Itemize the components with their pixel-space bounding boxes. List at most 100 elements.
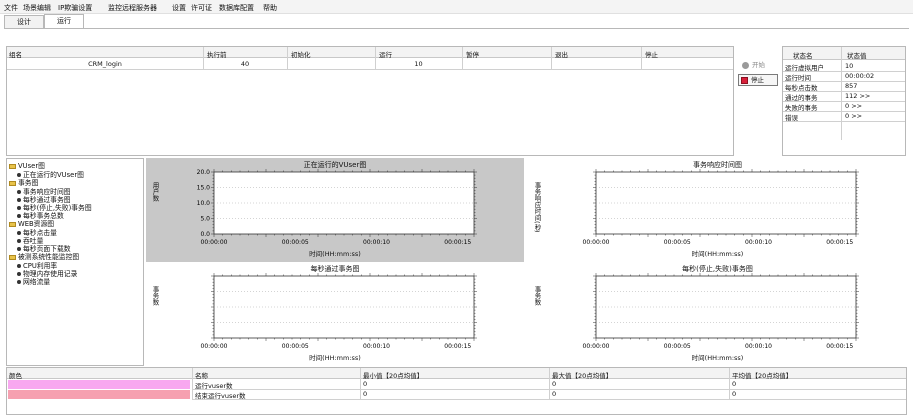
chart-plot: 00:00:00 00:00:05 00:00:10 00:00:15 <box>583 169 859 246</box>
x-tick-label: 00:00:05 <box>282 239 309 246</box>
legend-avg: 0 <box>732 390 737 398</box>
x-tick-label: 00:00:10 <box>745 343 772 350</box>
chart-passed-transactions[interactable]: 每秒通过事务图 时间(HH:mm:ss) 事务数 00:00:00 00:00:05 00… <box>146 262 524 366</box>
divider <box>841 47 842 140</box>
tree-item-label: 正在运行的VUser图 <box>23 171 84 179</box>
status-value: 10 <box>845 62 854 70</box>
menu-scene-edit[interactable]: 场景编辑 <box>23 3 51 13</box>
chart-transaction-response[interactable]: 事务响应时间图 时间(HH:mm:ss) 事务响应时间(秒) 00:00:00 00:0… <box>528 158 907 262</box>
legend-min: 0 <box>363 390 368 398</box>
col-exited: 退出 <box>555 51 568 59</box>
bullet-icon <box>17 280 21 284</box>
table-cell[interactable]: CRM_login <box>7 60 203 68</box>
tree-item[interactable]: 每秒(停止,失败)事务图 <box>17 204 92 212</box>
x-tick-label: 00:00:10 <box>363 239 390 246</box>
divider <box>729 368 730 400</box>
graph-tree: VUser图 正在运行的VUser图 事务图 事务响应时间图 每秒通过事务图 每秒(停止,… <box>6 158 144 366</box>
status-value[interactable]: 0 >> <box>845 102 862 110</box>
legend-col-header: 名称 <box>195 372 208 380</box>
x-tick-label: 00:00:00 <box>201 343 228 350</box>
bullet-icon <box>17 264 21 268</box>
legend-max: 0 <box>552 380 557 388</box>
x-tick-label: 00:00:05 <box>282 343 309 350</box>
tree-item[interactable]: 网络流量 <box>17 278 50 286</box>
divider <box>360 368 361 400</box>
menu-license[interactable]: 许可证 <box>191 3 212 13</box>
tree-item[interactable]: 每秒通过事务图 <box>17 196 71 204</box>
tree-item[interactable]: 每秒事务总数 <box>17 212 64 220</box>
bullet-icon <box>17 173 21 177</box>
tree-item[interactable]: 事务响应时间图 <box>17 188 71 196</box>
tree-item-label: 每秒(停止,失败)事务图 <box>23 204 92 212</box>
table-cell: 10 <box>414 60 423 68</box>
divider <box>641 47 642 70</box>
group-table-header <box>7 47 733 58</box>
tree-item[interactable]: 吞吐量 <box>17 237 43 245</box>
tree-item[interactable]: 物理内存使用记录 <box>17 270 77 278</box>
folder-icon <box>9 163 16 169</box>
bullet-icon <box>17 272 21 276</box>
divider <box>192 399 906 400</box>
stop-label: 停止 <box>751 76 764 84</box>
tree-item[interactable]: 每秒页面下载数 <box>17 245 71 253</box>
menu-settings[interactable]: 设置 <box>172 3 186 13</box>
chart-plot: 20.0 15.0 10.0 5.0 0.000:00:00 00:00:05 00:00:… <box>197 169 477 246</box>
chart-running-vusers[interactable]: 正在运行的VUser图 时间(HH:mm:ss) 用户数 20.0 15.0 10.0 5.… <box>146 158 524 262</box>
tab-design[interactable]: 设计 <box>4 15 44 28</box>
menu-db-config[interactable]: 数据库配置 <box>219 3 254 13</box>
tree-item[interactable]: 每秒点击量 <box>17 229 57 237</box>
x-tick-label: 00:00:00 <box>583 239 610 246</box>
tree-group[interactable]: 事务图 <box>9 179 38 187</box>
status-value[interactable]: 0 >> <box>845 112 862 120</box>
tree-item-label: 每秒点击量 <box>23 229 57 237</box>
tab-run[interactable]: 运行 <box>44 14 84 29</box>
tree-item-label: CPU利用率 <box>23 262 58 270</box>
x-tick-label: 00:00:05 <box>664 343 691 350</box>
legend-table: 颜色 名称 最小值【20点均值】 最大值【20点均值】 平均值【20点均值】 运行vuse… <box>6 367 907 415</box>
stop-icon <box>741 77 748 84</box>
status-name: 通过的事务 <box>785 94 818 102</box>
tree-item[interactable]: CPU利用率 <box>17 262 57 270</box>
status-table: 状态名 状态值 运行虚拟用户 10 运行时间 00:00:02 每秒点击数 857 通过的事… <box>782 46 906 156</box>
x-tick-label: 00:00:15 <box>444 343 471 350</box>
y-tick-label: 20.0 <box>197 169 211 176</box>
tree-item-label: 物理内存使用记录 <box>23 270 78 278</box>
legend-col-header: 平均值【20点均值】 <box>732 372 793 380</box>
stop-button[interactable]: 停止 <box>738 74 778 86</box>
tree-item-label: 每秒通过事务图 <box>23 196 71 204</box>
y-tick-label: 5.0 <box>200 216 210 223</box>
folder-icon <box>9 221 16 227</box>
tree-item-label: 每秒页面下载数 <box>23 245 71 253</box>
divider <box>192 368 193 400</box>
status-name: 运行虚拟用户 <box>785 64 824 72</box>
status-value: 00:00:02 <box>845 72 875 80</box>
legend-col-header: 颜色 <box>9 372 22 380</box>
bullet-icon <box>17 231 21 235</box>
menu-file[interactable]: 文件 <box>4 3 18 13</box>
legend-avg: 0 <box>732 380 737 388</box>
col-init: 初始化 <box>291 51 311 59</box>
start-button[interactable]: 开始 <box>740 60 776 70</box>
status-value: 857 <box>845 82 858 90</box>
tree-group[interactable]: VUser图 <box>9 162 45 170</box>
tree-group[interactable]: WEB资源图 <box>9 220 54 228</box>
tree-group[interactable]: 被测系统性能监控图 <box>9 253 79 261</box>
col-pre-exec: 执行前 <box>207 51 227 59</box>
status-name: 失败的事务 <box>785 104 818 112</box>
chart-failed-transactions[interactable]: 每秒(停止,失败)事务图 时间(HH:mm:ss) 事务数 00:00:00 00:00… <box>528 262 907 366</box>
bullet-icon <box>17 190 21 194</box>
divider <box>549 368 550 400</box>
tree-group-label: 被测系统性能监控图 <box>18 253 80 261</box>
status-name: 错误 <box>785 114 798 122</box>
bullet-icon <box>17 206 21 210</box>
folder-icon <box>9 180 16 186</box>
menu-help[interactable]: 帮助 <box>263 3 277 13</box>
menu-remote-monitor[interactable]: 监控远程服务器 <box>108 3 157 13</box>
col-running: 运行 <box>379 51 392 59</box>
col-paused: 暂停 <box>466 51 479 59</box>
status-name: 每秒点击数 <box>785 84 818 92</box>
status-value[interactable]: 112 >> <box>845 92 870 100</box>
menu-ip-spoof[interactable]: IP欺骗设置 <box>58 3 92 13</box>
tree-item-label: 事务响应时间图 <box>23 188 71 196</box>
tree-item[interactable]: 正在运行的VUser图 <box>17 171 84 179</box>
